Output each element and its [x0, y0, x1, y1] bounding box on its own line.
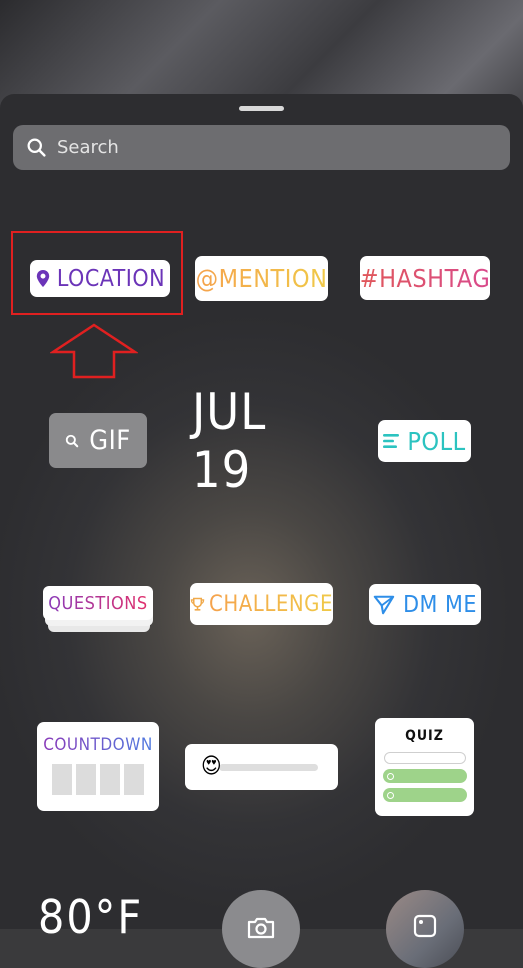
quiz-option-correct — [382, 788, 467, 802]
slider-track — [219, 764, 318, 771]
up-arrow-icon — [50, 323, 138, 379]
dm-me-sticker[interactable]: DM ME — [369, 584, 481, 625]
camera-icon — [247, 917, 275, 939]
search-input[interactable]: Search — [57, 137, 119, 158]
countdown-label: COUNTDOWN — [43, 735, 153, 755]
quiz-label: QUIZ — [405, 728, 444, 744]
countdown-digit-box — [76, 764, 96, 795]
gif-sticker[interactable]: GIF — [49, 413, 147, 468]
heart-eyes-emoji-icon: 😍 — [201, 754, 223, 779]
image-icon — [413, 914, 437, 938]
poll-lines-icon — [383, 434, 400, 448]
poll-sticker[interactable]: POLL — [378, 420, 471, 462]
trophy-icon — [190, 597, 205, 611]
drag-handle[interactable] — [239, 106, 284, 111]
search-bar[interactable]: Search — [13, 125, 510, 170]
date-sticker[interactable]: JUL 19 — [192, 383, 337, 499]
hashtag-sticker[interactable]: #HASHTAG — [360, 256, 490, 300]
questions-label: QUESTIONS — [48, 592, 148, 614]
search-icon — [27, 138, 46, 157]
temperature-sticker[interactable]: 80°F — [38, 890, 143, 944]
mention-sticker[interactable]: @MENTION — [195, 256, 328, 301]
challenge-sticker[interactable]: CHALLENGE — [190, 583, 333, 625]
countdown-sticker[interactable]: COUNTDOWN — [37, 722, 159, 811]
challenge-label: CHALLENGE — [209, 591, 333, 617]
hashtag-label: #HASHTAG — [359, 263, 491, 293]
countdown-digit-box — [100, 764, 120, 795]
countdown-digit-box — [52, 764, 72, 795]
photo-sticker[interactable] — [386, 890, 464, 968]
mention-label: @MENTION — [195, 264, 328, 293]
quiz-sticker[interactable]: QUIZ — [375, 718, 474, 816]
countdown-digits — [52, 764, 144, 795]
countdown-digit-box — [124, 764, 144, 795]
send-icon — [373, 595, 395, 614]
quiz-option-empty — [383, 752, 466, 764]
search-icon — [66, 434, 79, 447]
highlight-box — [11, 231, 183, 315]
camera-sticker[interactable] — [222, 890, 300, 968]
questions-sticker[interactable]: QUESTIONS — [43, 586, 153, 620]
radio-icon — [386, 791, 394, 799]
gif-label: GIF — [89, 425, 131, 456]
quiz-option-correct — [382, 769, 467, 783]
dm-me-label: DM ME — [403, 591, 477, 618]
poll-label: POLL — [407, 426, 466, 456]
radio-icon — [386, 772, 394, 780]
emoji-slider-sticker[interactable]: 😍 — [185, 744, 338, 790]
